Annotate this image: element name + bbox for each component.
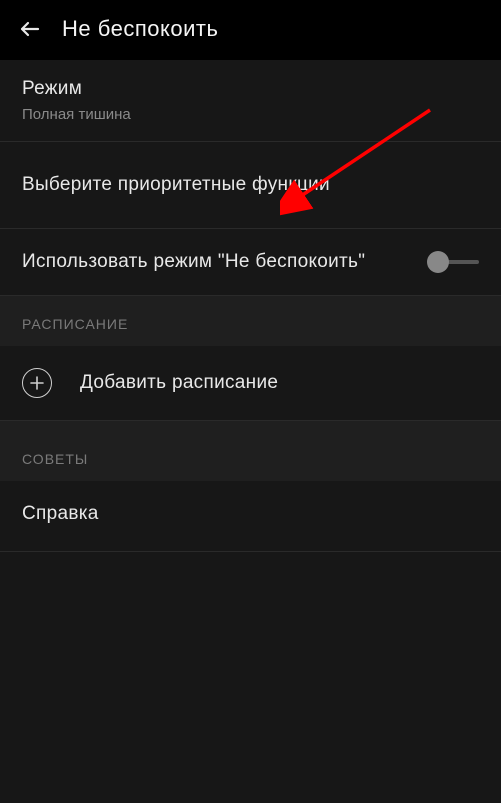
row-help[interactable]: Справка [0, 481, 501, 552]
bottom-fill [0, 552, 501, 803]
section-spacer [0, 421, 501, 441]
section-tips: СОВЕТЫ [0, 441, 501, 481]
row-add-schedule-title: Добавить расписание [80, 372, 278, 394]
toggle-thumb [427, 251, 449, 273]
settings-list: Режим Полная тишина Выберите приоритетны… [0, 60, 501, 803]
row-mode-title: Режим [22, 78, 479, 100]
row-mode-subtitle: Полная тишина [22, 106, 479, 123]
app-header: Не беспокоить [0, 0, 501, 60]
plus-icon [22, 368, 52, 398]
dnd-settings-screen: Не беспокоить Режим Полная тишина Выбери… [0, 0, 501, 803]
back-button[interactable] [16, 15, 44, 43]
arrow-left-icon [18, 17, 42, 41]
row-mode[interactable]: Режим Полная тишина [0, 60, 501, 142]
row-priority-functions[interactable]: Выберите приоритетные функции [0, 142, 501, 229]
row-add-schedule[interactable]: Добавить расписание [0, 346, 501, 421]
use-dnd-toggle[interactable] [427, 251, 479, 273]
row-use-dnd-title: Использовать режим "Не беспокоить" [22, 251, 365, 273]
section-schedule: РАСПИСАНИЕ [0, 296, 501, 346]
row-help-title: Справка [22, 503, 479, 525]
row-use-dnd[interactable]: Использовать режим "Не беспокоить" [0, 229, 501, 296]
row-priority-title: Выберите приоритетные функции [22, 174, 479, 196]
page-title: Не беспокоить [62, 16, 218, 42]
